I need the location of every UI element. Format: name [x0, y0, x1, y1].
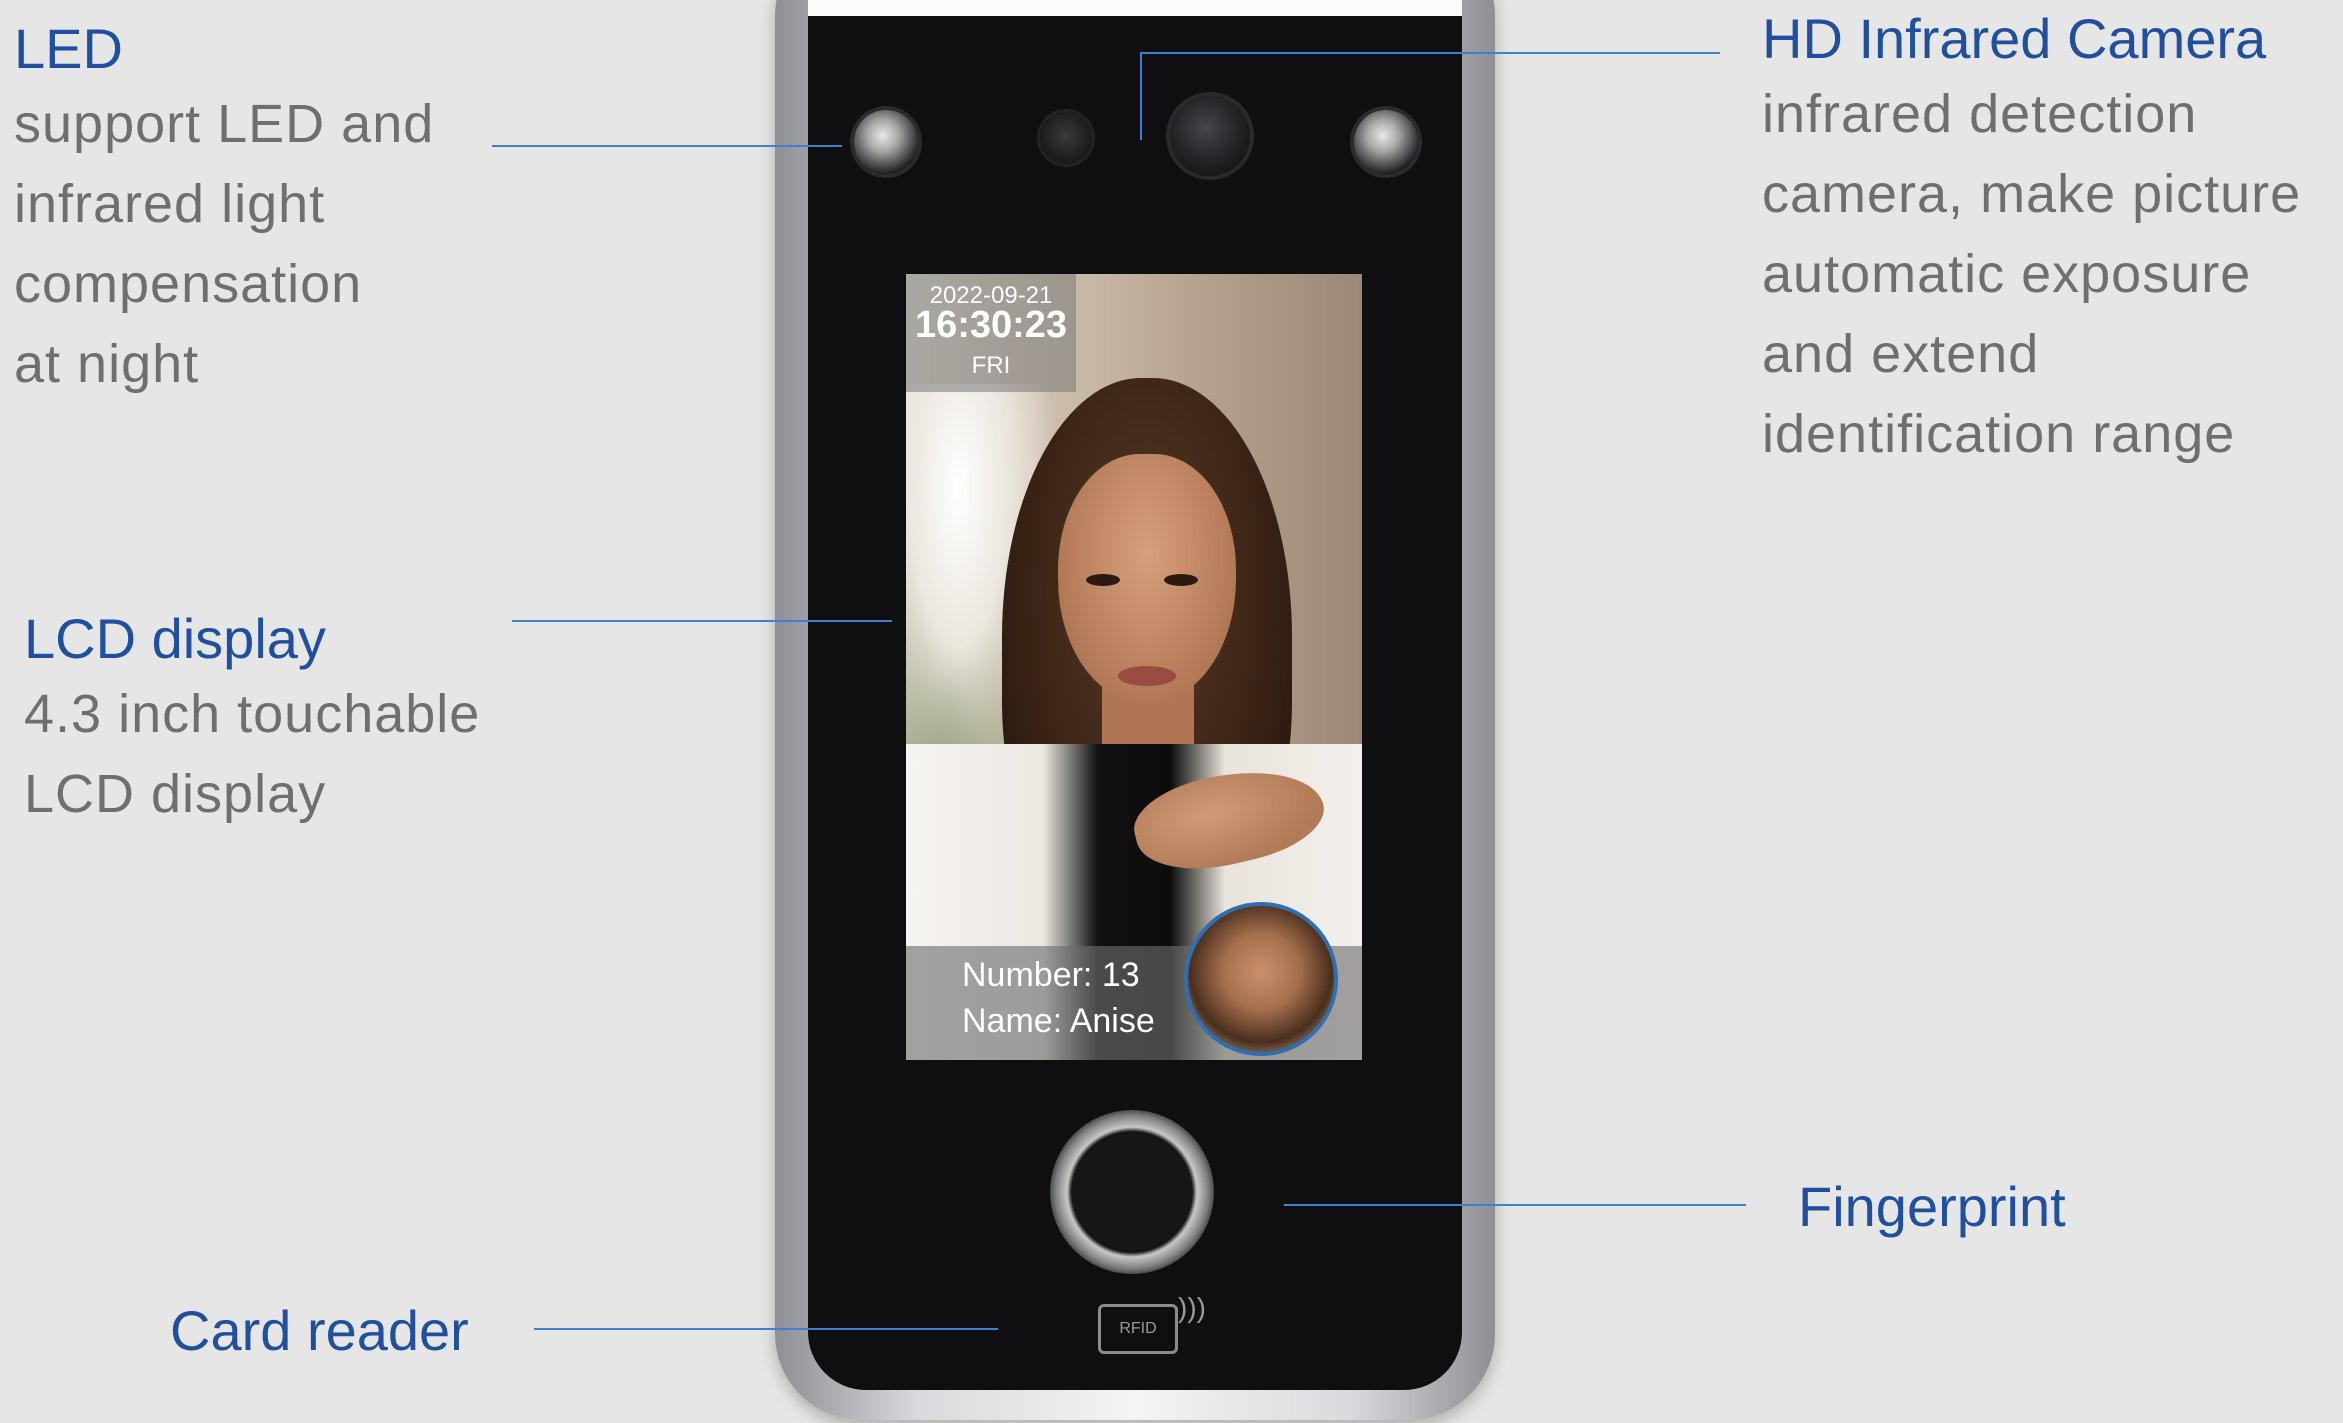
led-callout: LED support LED and infrared light compe… [14, 14, 434, 404]
screen-time: 16:30:23 [914, 304, 1068, 346]
person-lips [1118, 666, 1176, 686]
lcd-desc-line: 4.3 inch touchable [24, 684, 481, 744]
camera-leader-line [1140, 52, 1720, 54]
card-reader-callout: Card reader [170, 1296, 469, 1366]
led-desc-line: support LED and [14, 94, 435, 154]
camera-title: HD Infrared Camera [1762, 7, 2267, 70]
led-desc-line: infrared light [14, 174, 326, 234]
rfid-card-reader-icon[interactable]: RFID [1098, 1304, 1178, 1354]
card-reader-leader-line [534, 1328, 998, 1330]
fingerprint-leader-line [1284, 1204, 1746, 1206]
led-right-icon [1354, 110, 1418, 174]
lcd-callout: LCD display 4.3 inch touchable LCD displ… [24, 604, 480, 834]
camera-callout: HD Infrared Camera infrared detection ca… [1762, 4, 2301, 474]
device-top-strip [808, 0, 1462, 16]
led-left-icon [854, 110, 918, 174]
camera-desc-line: camera, make picture [1762, 164, 2302, 224]
led-title: LED [14, 17, 123, 80]
fingerprint-sensor-icon[interactable] [1050, 1110, 1214, 1274]
led-desc-line: at night [14, 334, 200, 394]
screen-day: FRI [971, 352, 1011, 379]
camera-desc-line: infrared detection [1762, 84, 2198, 144]
face-thumbnail [1184, 902, 1338, 1056]
camera-desc-line: and extend [1762, 324, 2040, 384]
fingerprint-callout: Fingerprint [1798, 1172, 2066, 1242]
lcd-desc-line: LCD display [24, 764, 327, 824]
ir-sensor-icon [1040, 112, 1092, 164]
camera-desc-line: automatic exposure [1762, 244, 2252, 304]
led-desc-line: compensation [14, 254, 363, 314]
identity-name: Name: Anise [962, 1002, 1155, 1040]
camera-desc-line: identification range [1762, 404, 2236, 464]
lcd-title: LCD display [24, 607, 326, 670]
lcd-leader-line [512, 620, 892, 622]
camera-lens-icon [1170, 96, 1250, 176]
person-eye-left [1086, 574, 1120, 586]
card-reader-title: Card reader [170, 1299, 469, 1362]
person-eye-right [1164, 574, 1198, 586]
identity-number: Number: 13 [962, 956, 1140, 994]
rfid-waves-icon: ))) [1178, 1292, 1206, 1323]
led-leader-line [492, 145, 842, 147]
camera-leader-vertical [1140, 52, 1142, 140]
fingerprint-title: Fingerprint [1798, 1175, 2066, 1238]
